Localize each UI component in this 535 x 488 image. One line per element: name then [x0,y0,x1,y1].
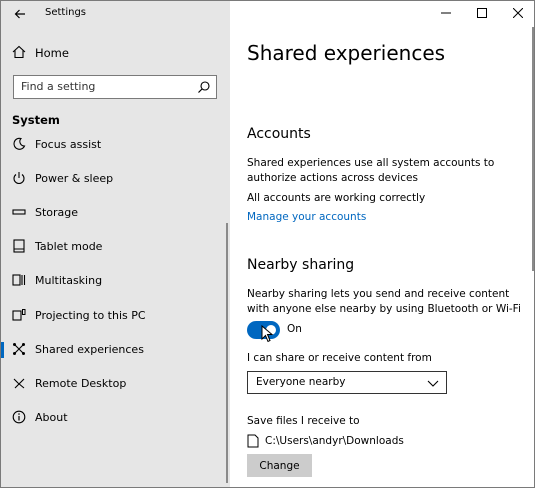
selection-indicator [1,342,4,358]
sidebar-item-label: Projecting to this PC [35,309,146,322]
file-icon [247,434,259,448]
sidebar-item-label: Storage [35,206,79,219]
title-bar: Settings [1,1,230,27]
content-scrollbar[interactable] [532,27,534,271]
sidebar-item-home[interactable]: Home [1,41,230,67]
share-from-value: Everyone nearby [256,376,346,388]
sidebar: Settings Home Find a setting System Focu… [1,1,230,487]
nearby-sharing-heading: Nearby sharing [247,257,355,273]
toggle-state-label: On [287,323,302,335]
power-icon [13,172,25,185]
save-path: C:\Users\andyr\Downloads [265,435,404,447]
sidebar-item-multitasking[interactable]: Multitasking [1,266,230,296]
back-button[interactable] [10,4,30,24]
sidebar-item-label: Multitasking [35,274,103,287]
sidebar-item-label: About [35,411,68,424]
multitasking-icon [12,274,26,286]
accounts-heading: Accounts [247,126,311,142]
accounts-description: Shared experiences use all system accoun… [247,157,495,184]
chevron-down-icon [427,380,439,387]
sidebar-item-storage[interactable]: Storage [1,198,230,228]
save-files-label: Save files I receive to [247,415,360,427]
search-input[interactable]: Find a setting [13,75,217,99]
tablet-icon [13,239,25,253]
share-from-label: I can share or receive content from [247,352,432,364]
sidebar-item-projecting[interactable]: Projecting to this PC [1,301,230,331]
app-title: Settings [45,7,87,18]
home-label: Home [35,46,69,60]
close-icon [512,7,524,19]
sidebar-item-remote-desktop[interactable]: Remote Desktop [1,369,230,399]
sidebar-scrollbar[interactable] [226,223,228,483]
content-pane: Shared experiences Accounts Shared exper… [230,1,534,487]
accounts-status: All accounts are working correctly [247,192,426,204]
sidebar-item-label: Remote Desktop [35,377,127,390]
remote-desktop-icon [13,378,25,389]
projecting-icon [12,309,26,321]
nearby-sharing-description: Nearby sharing lets you send and receive… [247,288,521,315]
sidebar-item-shared-experiences[interactable]: Shared experiences [1,335,230,365]
sidebar-item-tablet-mode[interactable]: Tablet mode [1,232,230,262]
mouse-cursor-icon [261,325,274,343]
settings-window: Settings Home Find a setting System Focu… [0,0,535,488]
search-icon[interactable] [197,80,211,94]
maximize-button[interactable] [470,3,494,23]
info-icon [12,410,26,424]
sidebar-item-label: Focus assist [35,138,102,151]
maximize-icon [477,8,487,18]
search-placeholder: Find a setting [21,80,96,93]
minimize-icon [441,12,451,14]
sidebar-item-label: Tablet mode [35,240,103,253]
sidebar-item-label: Shared experiences [35,343,144,356]
sidebar-item-power-sleep[interactable]: Power & sleep [1,164,230,194]
sidebar-item-focus-assist[interactable]: Focus assist [1,130,230,160]
storage-icon [12,209,26,215]
section-label-system: System [12,113,60,127]
back-arrow-icon [14,9,25,19]
page-title: Shared experiences [247,41,446,65]
moon-icon [13,137,26,150]
window-controls [426,1,534,27]
shared-experiences-icon [13,343,25,355]
manage-accounts-link[interactable]: Manage your accounts [247,211,366,223]
change-button[interactable]: Change [247,454,312,477]
share-from-dropdown[interactable]: Everyone nearby [247,371,447,394]
minimize-button[interactable] [434,3,458,23]
sidebar-item-about[interactable]: About [1,403,230,433]
close-button[interactable] [506,3,530,23]
sidebar-item-label: Power & sleep [35,172,114,185]
home-icon [12,45,26,59]
